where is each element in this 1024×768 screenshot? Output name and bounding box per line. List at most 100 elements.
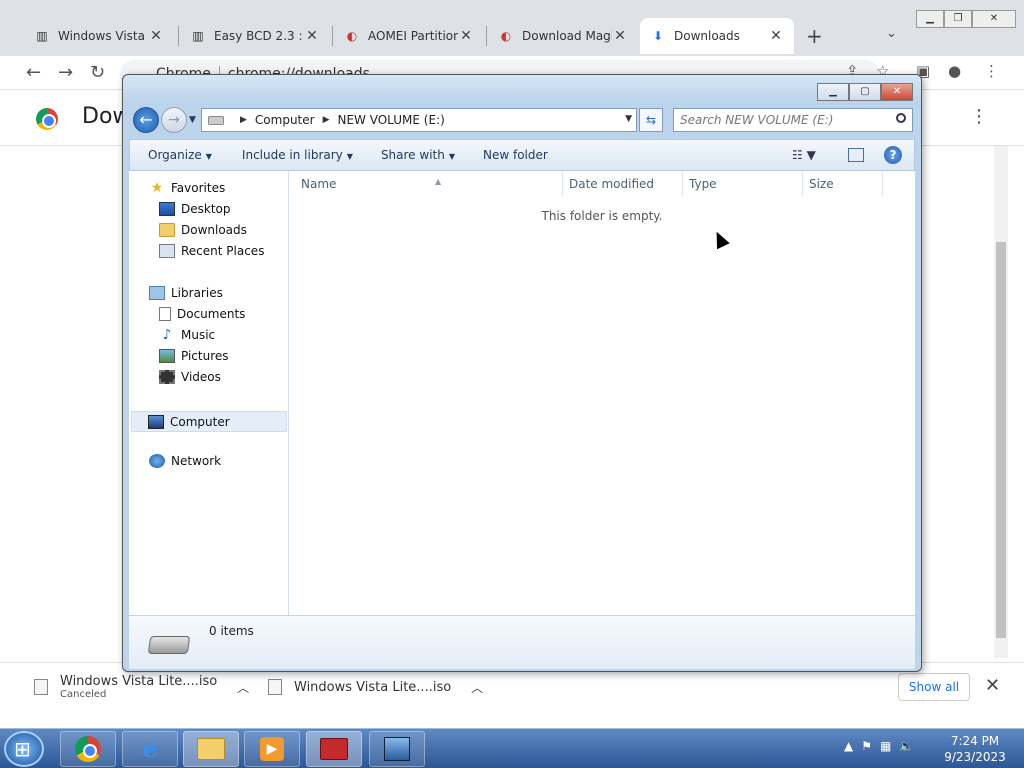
breadcrumb-arrow-icon[interactable]: ▶: [323, 115, 330, 125]
breadcrumb-computer[interactable]: Computer: [255, 113, 315, 127]
column-header-size[interactable]: Size: [803, 171, 883, 197]
back-button[interactable]: ←: [133, 107, 159, 133]
details-pane: 0 items: [129, 615, 915, 669]
close-icon[interactable]: ✕: [458, 28, 474, 44]
close-icon[interactable]: ✕: [612, 28, 628, 44]
breadcrumb-arrow-icon[interactable]: ▶: [240, 115, 247, 125]
organize-label: Organize: [148, 148, 202, 162]
search-input[interactable]: Search NEW VOLUME (E:): [673, 108, 913, 132]
nav-pictures[interactable]: Pictures: [159, 349, 229, 363]
star-icon: ★: [150, 180, 164, 196]
recent-pages-dropdown-icon[interactable]: ▼: [189, 115, 196, 125]
volume-icon[interactable]: 🔈: [899, 739, 914, 753]
file-list-pane[interactable]: Name ▲ Date modified Type Size This fold…: [289, 171, 915, 615]
file-icon: [34, 679, 48, 695]
explorer-address-row: ← → ▼ ▶ Computer ▶ NEW VOLUME (E:) ▼ ⇆ S…: [131, 107, 915, 135]
tab-aomei-partition[interactable]: ◐ AOMEI Partition ✕: [334, 18, 484, 54]
taskbar-setup[interactable]: [369, 731, 425, 767]
nav-computer[interactable]: Computer: [131, 411, 287, 432]
minimize-button[interactable]: ▁: [817, 83, 849, 101]
start-button[interactable]: [4, 731, 44, 767]
nav-libraries[interactable]: Libraries: [149, 286, 223, 300]
nav-videos[interactable]: Videos: [159, 370, 221, 384]
nav-music[interactable]: ♪ Music: [159, 328, 216, 342]
column-header-date-modified[interactable]: Date modified: [563, 171, 683, 197]
minimize-button[interactable]: ▁: [916, 10, 944, 28]
nav-downloads[interactable]: Downloads: [159, 223, 247, 237]
tab-windows-vista-lite[interactable]: ▥ Windows Vista Lite ✕: [24, 18, 174, 54]
explorer-titlebar[interactable]: ▁ ▢ ✕: [123, 75, 921, 105]
internet-explorer-icon: e: [141, 734, 159, 764]
close-icon[interactable]: ✕: [148, 28, 164, 44]
nav-network[interactable]: Network: [149, 454, 221, 468]
close-shelf-icon[interactable]: ✕: [985, 675, 1000, 696]
include-in-library-button[interactable]: Include in library ▼: [242, 148, 353, 162]
archive-icon: ▥: [36, 29, 48, 43]
pictures-icon: [159, 349, 175, 363]
close-icon[interactable]: ✕: [304, 28, 320, 44]
chevron-up-icon[interactable]: ︿: [471, 679, 483, 696]
tab-title: AOMEI Partition: [368, 29, 458, 43]
nav-label: Recent Places: [181, 244, 265, 258]
aomei-icon: ◐: [500, 29, 512, 43]
column-header-name[interactable]: Name ▲: [295, 171, 563, 197]
new-tab-button[interactable]: +: [806, 24, 823, 48]
nav-label: Favorites: [171, 181, 226, 195]
refresh-button[interactable]: ⇆: [639, 108, 663, 132]
taskbar-toolbox[interactable]: [306, 731, 362, 767]
profile-avatar-icon[interactable]: ●: [948, 62, 961, 80]
search-icon: [896, 113, 906, 123]
tab-easy-bcd[interactable]: ▥ Easy BCD 2.3 : so ✕: [180, 18, 330, 54]
help-icon[interactable]: ?: [884, 146, 902, 164]
tab-download-magic[interactable]: ◐ Download Magic ✕: [488, 18, 638, 54]
show-all-button[interactable]: Show all: [898, 673, 970, 701]
close-icon[interactable]: ✕: [768, 28, 784, 44]
address-bar[interactable]: ▶ Computer ▶ NEW VOLUME (E:) ▼: [201, 108, 637, 132]
explorer-window: ▁ ▢ ✕ ← → ▼ ▶ Computer ▶ NEW VOLUME (E:)…: [122, 74, 922, 672]
clock[interactable]: 7:24 PM 9/23/2023: [940, 733, 1010, 765]
tab-search-chevron-icon[interactable]: ⌄: [886, 26, 897, 41]
chevron-up-icon[interactable]: ︿: [237, 679, 249, 696]
downloads-menu-icon[interactable]: ⋮: [970, 106, 988, 127]
aomei-icon: ◐: [346, 29, 358, 43]
taskbar-media-player[interactable]: ▶: [244, 731, 300, 767]
download-icon: ⬇: [652, 29, 664, 43]
address-dropdown-icon[interactable]: ▼: [625, 114, 632, 124]
back-arrow-icon[interactable]: ←: [26, 62, 41, 83]
preview-pane-icon[interactable]: [848, 148, 864, 162]
breadcrumb-volume[interactable]: NEW VOLUME (E:): [338, 113, 445, 127]
show-hidden-icons-icon[interactable]: ▲: [844, 739, 853, 753]
organize-button[interactable]: Organize ▼: [148, 148, 212, 162]
restore-button[interactable]: ❐: [944, 10, 972, 28]
nav-documents[interactable]: Documents: [159, 307, 245, 321]
nav-label: Desktop: [181, 202, 231, 216]
taskbar-explorer[interactable]: [183, 731, 239, 767]
navigation-pane: ★ Favorites Desktop Downloads Recent Plac…: [129, 171, 289, 615]
change-view-icon[interactable]: ☷ ▼: [792, 148, 816, 162]
chrome-menu-icon[interactable]: ⋮: [984, 62, 999, 80]
window-controls: ▁ ❐ ✕: [916, 10, 1016, 28]
nav-favorites[interactable]: ★ Favorites: [149, 180, 226, 196]
nav-recent-places[interactable]: Recent Places: [159, 244, 264, 258]
reload-icon[interactable]: ↻: [90, 62, 105, 83]
tab-separator: [178, 26, 179, 46]
scrollbar-thumb[interactable]: [996, 242, 1006, 638]
nav-desktop[interactable]: Desktop: [159, 202, 231, 216]
sort-indicator-icon: ▲: [435, 177, 442, 186]
item-count: 0 items: [209, 624, 254, 638]
hard-drive-icon: [147, 636, 191, 654]
close-button[interactable]: ✕: [881, 83, 913, 101]
taskbar-chrome[interactable]: [60, 731, 116, 767]
close-button[interactable]: ✕: [972, 10, 1016, 28]
share-with-button[interactable]: Share with ▼: [381, 148, 455, 162]
network-status-icon[interactable]: ▦: [880, 739, 891, 753]
new-folder-button[interactable]: New folder: [483, 148, 548, 162]
page-scrollbar[interactable]: [994, 146, 1008, 658]
taskbar-internet-explorer[interactable]: e: [122, 731, 178, 767]
action-center-icon[interactable]: ⚑: [861, 739, 872, 753]
forward-button[interactable]: →: [161, 107, 187, 133]
tab-downloads[interactable]: ⬇ Downloads ✕: [640, 18, 794, 54]
column-header-type[interactable]: Type: [683, 171, 803, 197]
forward-arrow-icon[interactable]: →: [58, 62, 73, 83]
maximize-button[interactable]: ▢: [849, 83, 881, 101]
